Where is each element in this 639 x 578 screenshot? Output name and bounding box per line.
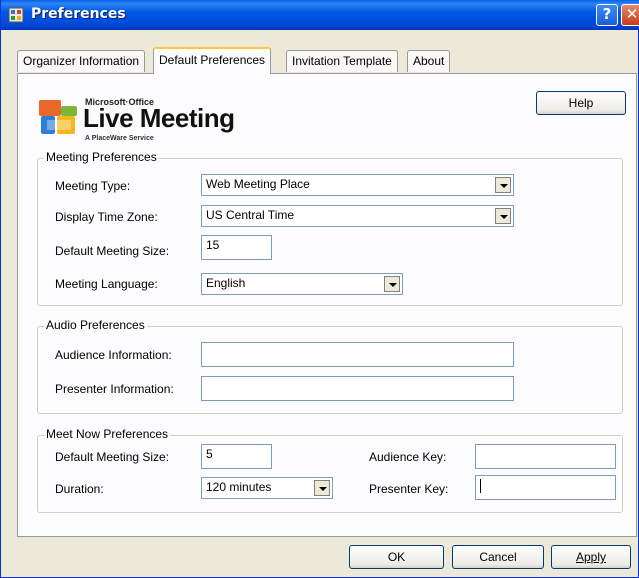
default-meeting-size-label: Default Meeting Size: bbox=[55, 244, 170, 258]
title-close-button[interactable]: ✕ bbox=[621, 4, 639, 26]
audience-key-label: Audience Key: bbox=[369, 450, 447, 464]
presenter-information-label: Presenter Information: bbox=[55, 382, 174, 396]
chevron-down-icon[interactable] bbox=[384, 276, 400, 292]
time-zone-label: Display Time Zone: bbox=[55, 210, 158, 224]
time-zone-select[interactable]: US Central Time bbox=[201, 205, 514, 227]
time-zone-value: US Central Time bbox=[206, 208, 295, 222]
text-cursor bbox=[480, 478, 481, 493]
tab-default-preferences[interactable]: Default Preferences bbox=[153, 47, 272, 74]
tab-invitation-template[interactable]: Invitation Template bbox=[286, 50, 398, 72]
meet-now-size-input[interactable]: 5 bbox=[201, 444, 272, 469]
ok-button[interactable]: OK bbox=[349, 545, 444, 569]
apply-button[interactable]: Apply bbox=[551, 545, 631, 569]
window-title: Preferences bbox=[31, 6, 126, 22]
group-title: Audio Preferences bbox=[44, 318, 147, 332]
meeting-language-value: English bbox=[206, 276, 246, 290]
help-icon: ? bbox=[602, 5, 612, 23]
meeting-type-value: Web Meeting Place bbox=[206, 177, 310, 191]
presenter-key-input[interactable] bbox=[475, 475, 616, 500]
audience-information-input[interactable] bbox=[201, 342, 514, 367]
presenter-key-label: Presenter Key: bbox=[369, 482, 449, 496]
logo-tagline: A PlaceWare Service bbox=[85, 135, 154, 142]
meeting-type-select[interactable]: Web Meeting Place bbox=[201, 174, 514, 196]
logo-product-name: Live Meeting bbox=[83, 103, 235, 133]
audience-information-label: Audience Information: bbox=[55, 348, 172, 362]
group-title: Meeting Preferences bbox=[44, 150, 159, 164]
duration-label: Duration: bbox=[55, 482, 104, 496]
office-logo-icon bbox=[39, 100, 77, 134]
tab-organizer-information[interactable]: Organizer Information bbox=[17, 50, 146, 72]
duration-select[interactable]: 120 minutes bbox=[201, 477, 333, 499]
group-title: Meet Now Preferences bbox=[44, 427, 171, 441]
tab-about[interactable]: About bbox=[407, 50, 451, 72]
preferences-window: Preferences ? ✕ Organizer Information De… bbox=[0, 0, 639, 578]
tab-strip: Organizer Information Default Preference… bbox=[1, 43, 639, 74]
default-meeting-size-input[interactable]: 15 bbox=[201, 235, 272, 260]
meeting-language-label: Meeting Language: bbox=[55, 277, 158, 291]
duration-value: 120 minutes bbox=[206, 480, 272, 494]
meeting-type-label: Meeting Type: bbox=[55, 179, 131, 193]
chevron-down-icon[interactable] bbox=[314, 480, 330, 496]
help-button[interactable]: Help bbox=[536, 91, 626, 115]
meeting-language-select[interactable]: English bbox=[201, 273, 403, 295]
audience-key-input[interactable] bbox=[475, 444, 616, 469]
chevron-down-icon[interactable] bbox=[495, 208, 511, 224]
chevron-down-icon[interactable] bbox=[495, 177, 511, 193]
title-help-button[interactable]: ? bbox=[596, 4, 618, 26]
title-bar[interactable]: Preferences ? ✕ bbox=[1, 0, 639, 30]
meet-now-size-label: Default Meeting Size: bbox=[55, 450, 170, 464]
cancel-button[interactable]: Cancel bbox=[452, 545, 544, 569]
preferences-window-icon bbox=[8, 7, 24, 23]
presenter-information-input[interactable] bbox=[201, 376, 514, 401]
close-icon: ✕ bbox=[625, 5, 639, 23]
live-meeting-logo: Microsoft·Office Live Meeting A PlaceWar… bbox=[37, 92, 237, 146]
